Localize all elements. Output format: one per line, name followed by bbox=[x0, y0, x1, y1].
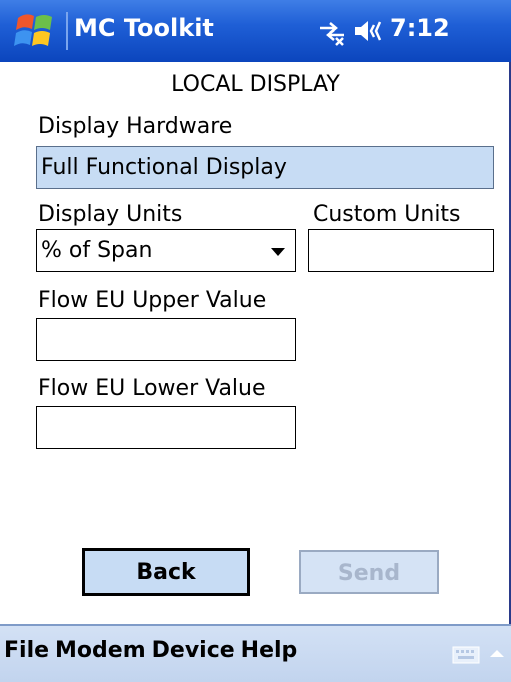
menu-device[interactable]: Device bbox=[152, 638, 235, 663]
local-display-form: LOCAL DISPLAY Display Hardware Full Func… bbox=[0, 62, 511, 624]
menu-items: File Modem Device Help bbox=[4, 638, 303, 663]
title-bar: MC Toolkit 7:12 bbox=[0, 0, 511, 62]
flow-eu-upper-input[interactable] bbox=[36, 318, 296, 361]
menu-modem[interactable]: Modem bbox=[55, 638, 146, 663]
menu-bar: File Modem Device Help bbox=[0, 624, 511, 682]
keyboard-icon[interactable] bbox=[452, 646, 480, 664]
flow-eu-lower-input[interactable] bbox=[36, 406, 296, 449]
display-hardware-label: Display Hardware bbox=[38, 114, 233, 139]
page-title: LOCAL DISPLAY bbox=[171, 72, 340, 97]
back-button[interactable]: Back bbox=[82, 548, 250, 596]
app-title: MC Toolkit bbox=[74, 14, 214, 42]
display-units-label: Display Units bbox=[38, 202, 183, 227]
custom-units-input[interactable] bbox=[308, 229, 494, 272]
display-units-value: % of Span bbox=[41, 238, 153, 263]
clock[interactable]: 7:12 bbox=[390, 14, 450, 42]
display-hardware-field: Full Functional Display bbox=[36, 146, 494, 189]
chevron-down-icon[interactable] bbox=[271, 248, 285, 256]
chevron-up-icon[interactable] bbox=[490, 650, 504, 657]
menu-help[interactable]: Help bbox=[241, 638, 298, 663]
custom-units-label: Custom Units bbox=[313, 202, 461, 227]
flow-eu-lower-label: Flow EU Lower Value bbox=[38, 376, 266, 401]
connectivity-icon[interactable] bbox=[316, 18, 348, 46]
windows-start-icon[interactable] bbox=[14, 10, 60, 52]
flow-eu-upper-label: Flow EU Upper Value bbox=[38, 288, 267, 313]
volume-icon[interactable] bbox=[352, 16, 386, 46]
title-separator bbox=[66, 12, 68, 50]
display-units-dropdown[interactable]: % of Span bbox=[36, 229, 296, 272]
menu-file[interactable]: File bbox=[4, 638, 49, 663]
send-button[interactable]: Send bbox=[299, 550, 439, 594]
